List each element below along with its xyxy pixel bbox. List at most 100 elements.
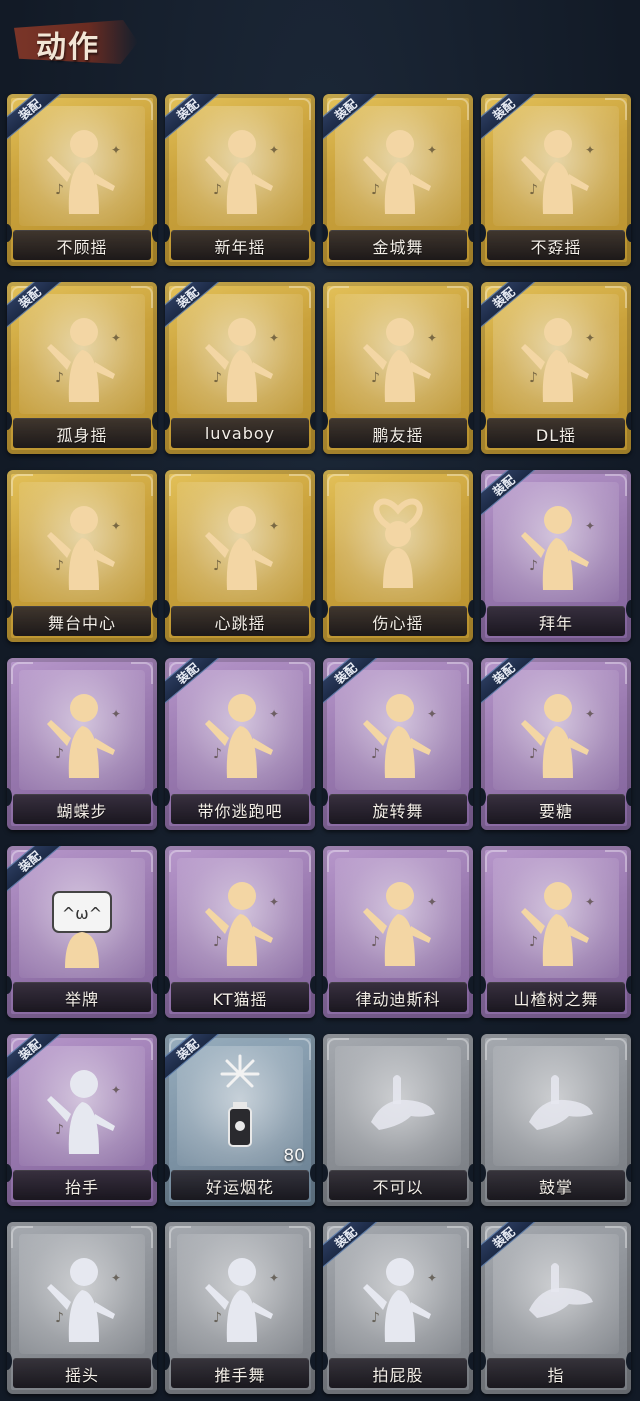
emote-card[interactable]: ^ω^ 举牌 装配 (7, 846, 157, 1018)
emote-card[interactable]: ♪ ✦ 拜年 装配 (481, 470, 631, 642)
frame-ornament (131, 1038, 153, 1060)
svg-text:✦: ✦ (269, 707, 279, 721)
frame-notch (626, 1352, 631, 1370)
emote-name: 伤心摇 (372, 613, 424, 633)
frame-notch (152, 788, 157, 806)
frame-notch (152, 1164, 157, 1182)
frame-ornament (131, 662, 153, 684)
emote-card[interactable]: ♪ ✦ 蝴蝶步 (7, 658, 157, 830)
frame-notch (626, 224, 631, 242)
frame-notch (310, 1352, 315, 1370)
emote-card[interactable]: ♪ ✦ 拍屁股 装配 (323, 1222, 473, 1394)
emote-card[interactable]: ♪ ✦ 要糖 装配 (481, 658, 631, 830)
svg-text:✦: ✦ (269, 519, 279, 533)
emote-name: 旋转舞 (372, 801, 424, 821)
frame-ornament (447, 98, 469, 120)
svg-text:♪: ♪ (213, 182, 222, 198)
frame-notch (152, 224, 157, 242)
frame-ornament (289, 474, 311, 496)
svg-text:♪: ♪ (55, 1122, 64, 1138)
svg-text:✦: ✦ (585, 707, 595, 721)
frame-notch (152, 976, 157, 994)
emote-card[interactable]: ♪ ✦ 山楂树之舞 (481, 846, 631, 1018)
emote-card[interactable]: ♪ ✦ DL摇 装配 (481, 282, 631, 454)
emote-card[interactable]: ♪ ✦ 摇头 (7, 1222, 157, 1394)
svg-text:♪: ♪ (55, 1310, 64, 1326)
emote-card[interactable]: ♪ ✦ 带你逃跑吧 装配 (165, 658, 315, 830)
frame-ornament (447, 1038, 469, 1060)
frame-ornament (131, 1226, 153, 1248)
svg-text:✦: ✦ (269, 143, 279, 157)
frame-ornament (327, 850, 349, 872)
emote-grid: ♪ ✦ 不顾摇 装配 ♪ ✦ 新年摇 装配 ♪ ✦ 金城舞 装配 ♪ ✦ 不孬摇… (0, 0, 640, 1401)
emote-card[interactable]: ♪ ✦ 舞台中心 (7, 470, 157, 642)
emote-card[interactable]: 指 装配 (481, 1222, 631, 1394)
emote-card[interactable]: ♪ ✦ 不顾摇 装配 (7, 94, 157, 266)
card-label-bar: 不顾摇 (13, 230, 151, 260)
emote-card[interactable]: ♪ ✦ 推手舞 (165, 1222, 315, 1394)
svg-text:^ω^: ^ω^ (62, 904, 102, 923)
frame-ornament (289, 662, 311, 684)
frame-ornament (11, 474, 33, 496)
frame-ornament (289, 1038, 311, 1060)
card-label-bar: 伤心摇 (329, 606, 467, 636)
frame-ornament (131, 98, 153, 120)
frame-notch (468, 1352, 473, 1370)
frame-ornament (447, 1226, 469, 1248)
frame-notch (310, 788, 315, 806)
card-label-bar: 好运烟花 (171, 1170, 309, 1200)
svg-text:♪: ♪ (213, 746, 222, 762)
frame-ornament (327, 474, 349, 496)
emote-card[interactable]: ♪ ✦ 鹏友摇 (323, 282, 473, 454)
card-label-bar: 拍屁股 (329, 1358, 467, 1388)
emote-card[interactable]: 鼓掌 (481, 1034, 631, 1206)
emote-card[interactable]: 伤心摇 (323, 470, 473, 642)
emote-card[interactable]: ♪ ✦ 金城舞 装配 (323, 94, 473, 266)
emote-card[interactable]: ♪ ✦ 孤身摇 装配 (7, 282, 157, 454)
emote-name: 推手舞 (214, 1365, 266, 1385)
frame-ornament (605, 850, 627, 872)
frame-ornament (327, 1038, 349, 1060)
svg-text:♪: ♪ (371, 934, 380, 950)
emote-card[interactable]: ♪ ✦ 心跳摇 (165, 470, 315, 642)
emote-card[interactable]: ♪ ✦ KT猫摇 (165, 846, 315, 1018)
item-count: 80 (283, 1146, 305, 1166)
emote-name: 不孬摇 (530, 237, 582, 257)
svg-text:✦: ✦ (269, 1271, 279, 1285)
emote-name: 带你逃跑吧 (197, 801, 283, 821)
svg-text:♪: ♪ (529, 746, 538, 762)
svg-text:♪: ♪ (55, 746, 64, 762)
svg-text:✦: ✦ (427, 331, 437, 345)
emote-card[interactable]: ♪ ✦ 不孬摇 装配 (481, 94, 631, 266)
emote-card[interactable]: ♪ ✦ 旋转舞 装配 (323, 658, 473, 830)
frame-ornament (605, 1038, 627, 1060)
card-label-bar: 摇头 (13, 1358, 151, 1388)
card-label-bar: 不可以 (329, 1170, 467, 1200)
frame-ornament (169, 474, 191, 496)
emote-name: 新年摇 (214, 237, 266, 257)
emote-card[interactable]: ♪ ✦ 抬手 装配 (7, 1034, 157, 1206)
frame-notch (468, 1164, 473, 1182)
svg-text:✦: ✦ (111, 331, 121, 345)
card-label-bar: 推手舞 (171, 1358, 309, 1388)
frame-notch (310, 1164, 315, 1182)
svg-text:♪: ♪ (371, 370, 380, 386)
frame-notch (152, 1352, 157, 1370)
frame-notch (468, 788, 473, 806)
frame-ornament (289, 1226, 311, 1248)
emote-card[interactable]: ♪ ✦ luvaboy 装配 (165, 282, 315, 454)
emote-card[interactable]: 不可以 (323, 1034, 473, 1206)
emote-name: 孤身摇 (56, 425, 108, 445)
emote-name: 鼓掌 (538, 1177, 573, 1197)
emote-name: 好运烟花 (205, 1177, 274, 1197)
emote-card[interactable]: ♪ ✦ 律动迪斯科 (323, 846, 473, 1018)
frame-ornament (485, 1038, 507, 1060)
frame-notch (310, 600, 315, 618)
frame-ornament (169, 1226, 191, 1248)
card-label-bar: 山楂树之舞 (487, 982, 625, 1012)
emote-card[interactable]: ♪ ✦ 新年摇 装配 (165, 94, 315, 266)
emote-name: 金城舞 (372, 237, 424, 257)
emote-name: 拍屁股 (372, 1365, 424, 1385)
emote-card[interactable]: 好运烟花 装配 80 (165, 1034, 315, 1206)
frame-notch (152, 600, 157, 618)
